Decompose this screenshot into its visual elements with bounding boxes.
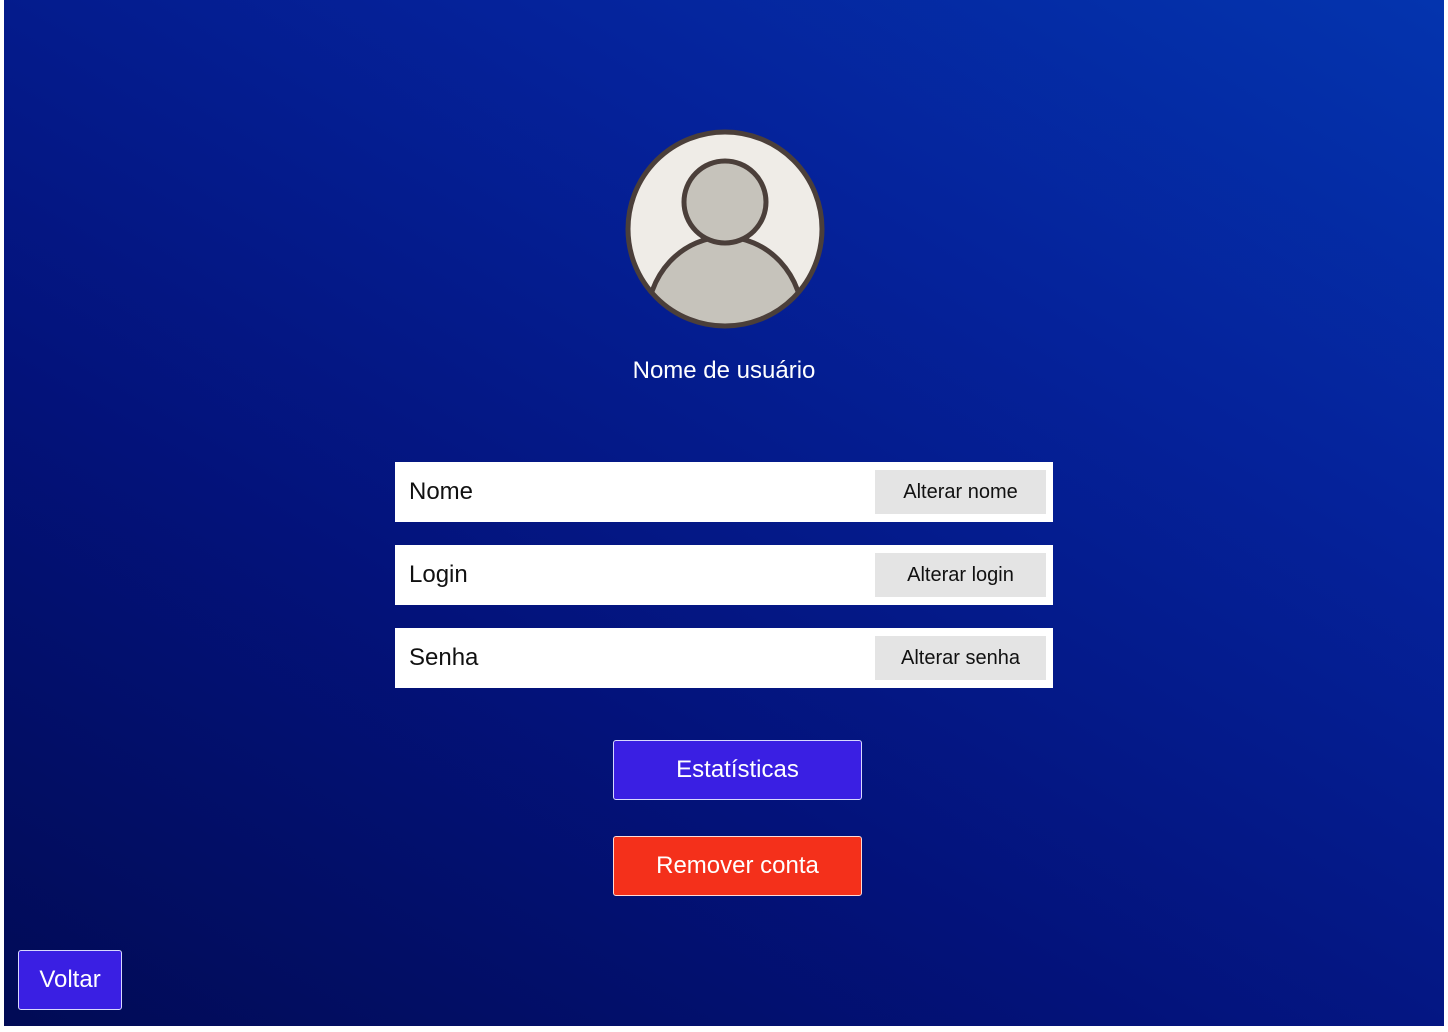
name-field-label: Nome xyxy=(409,478,474,505)
login-field-row: Login Alterar login xyxy=(395,545,1053,605)
avatar xyxy=(625,129,825,329)
profile-screen: Nome de usuário Nome Alterar nome Login … xyxy=(4,0,1444,1026)
remove-account-button[interactable]: Remover conta xyxy=(613,836,862,896)
password-field-row: Senha Alterar senha xyxy=(395,628,1053,688)
login-field-label: Login xyxy=(409,561,468,588)
name-field-row: Nome Alterar nome xyxy=(395,462,1053,522)
user-avatar-icon xyxy=(625,129,825,329)
password-field-label: Senha xyxy=(409,644,479,671)
change-login-button[interactable]: Alterar login xyxy=(875,553,1046,597)
change-password-button[interactable]: Alterar senha xyxy=(875,636,1046,680)
back-button[interactable]: Voltar xyxy=(18,950,122,1010)
username-label: Nome de usuário xyxy=(632,357,816,384)
statistics-button[interactable]: Estatísticas xyxy=(613,740,862,800)
change-name-button[interactable]: Alterar nome xyxy=(875,470,1046,514)
